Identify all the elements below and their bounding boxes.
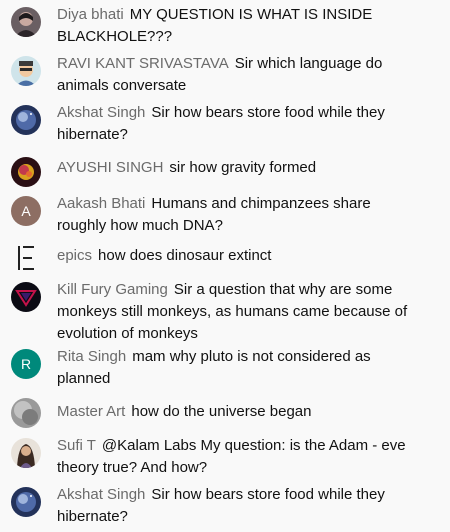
author-name[interactable]: Master Art (57, 403, 125, 420)
avatar[interactable]: A (11, 196, 41, 226)
author-name[interactable]: RAVI KANT SRIVASTAVA (57, 55, 229, 72)
message-body: Akshat Singh Sir how bears store food whi… (57, 484, 423, 528)
avatar[interactable] (11, 487, 41, 517)
author-name[interactable]: epics (57, 247, 92, 264)
avatar[interactable] (11, 438, 41, 468)
flower-icon (11, 157, 41, 187)
avatar-initial: A (21, 203, 31, 219)
message-body: Akshat Singh Sir how bears store food whi… (57, 102, 423, 146)
cartoon-icon (11, 56, 41, 86)
photo-icon (11, 7, 41, 37)
author-name[interactable]: Kill Fury Gaming (57, 281, 168, 298)
message-body: epics how does dinosaur extinct (57, 245, 423, 267)
message-body: Sufi T @Kalam Labs My question: is the Ad… (57, 435, 423, 479)
author-name[interactable]: Diya bhati (57, 6, 124, 23)
avatar[interactable]: R (11, 349, 41, 379)
message-body: AYUSHI SINGH sir how gravity formed (57, 157, 423, 179)
avatar[interactable] (11, 56, 41, 86)
message-text: how do the universe began (131, 403, 312, 420)
avatar[interactable] (11, 282, 41, 312)
avatar-initial: R (20, 356, 32, 372)
logo-icon (18, 246, 34, 270)
message-body: Rita Singh mam why pluto is not considere… (57, 346, 423, 390)
author-name[interactable]: Aakash Bhati (57, 195, 145, 212)
portrait-icon (11, 438, 41, 468)
space-icon (11, 487, 41, 517)
author-name[interactable]: Rita Singh (57, 348, 126, 365)
avatar[interactable] (11, 243, 41, 273)
message-body: Master Art how do the universe began (57, 401, 423, 423)
triangle-icon (11, 282, 41, 312)
avatar[interactable] (11, 398, 41, 428)
message-body: Diya bhati MY QUESTION IS WHAT IS INSIDE … (57, 4, 423, 48)
avatar[interactable] (11, 157, 41, 187)
gray-photo-icon (11, 398, 41, 428)
message-body: RAVI KANT SRIVASTAVA Sir which language d… (57, 53, 423, 97)
message-text: @Kalam Labs My question: is the Adam - e… (57, 437, 406, 476)
message-body: Kill Fury Gaming Sir a question that why … (57, 279, 423, 345)
message-body: Aakash Bhati Humans and chimpanzees share… (57, 193, 423, 237)
author-name[interactable]: Akshat Singh (57, 486, 145, 503)
author-name[interactable]: Akshat Singh (57, 104, 145, 121)
avatar[interactable] (11, 105, 41, 135)
author-name[interactable]: AYUSHI SINGH (57, 159, 163, 176)
author-name[interactable]: Sufi T (57, 437, 96, 454)
space-icon (11, 105, 41, 135)
message-text: sir how gravity formed (169, 159, 317, 176)
live-chat-list: Diya bhati MY QUESTION IS WHAT IS INSIDE … (0, 0, 450, 532)
avatar[interactable] (11, 7, 41, 37)
message-text: how does dinosaur extinct (98, 247, 272, 264)
